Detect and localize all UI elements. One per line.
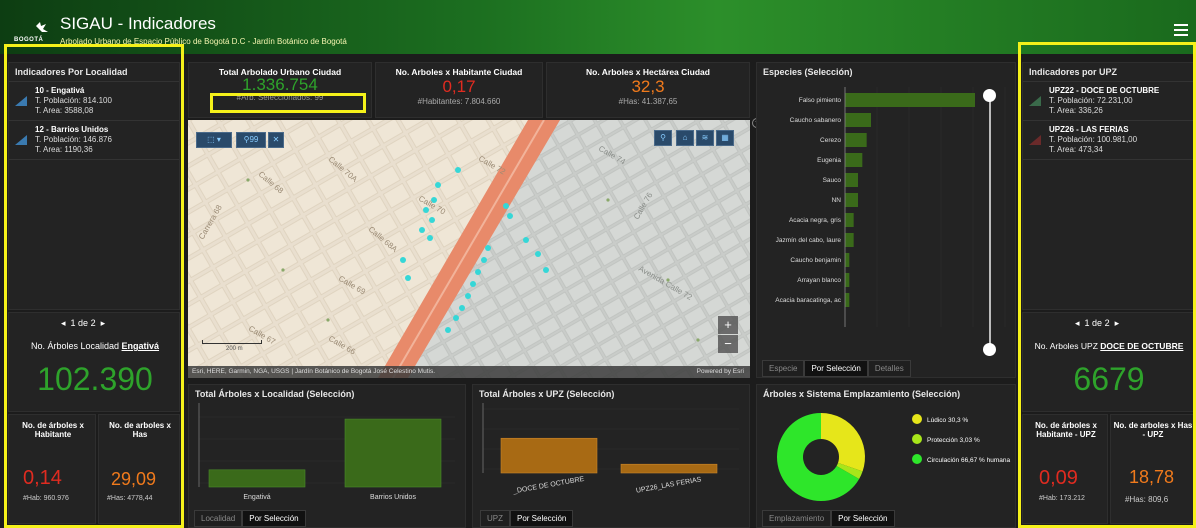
scale-label: 200 m: [226, 346, 243, 352]
bar: [845, 213, 854, 227]
tab-por-seleccion[interactable]: Por Selección: [804, 360, 868, 377]
category-label: NN: [832, 197, 842, 204]
tab-localidad[interactable]: Localidad: [194, 510, 243, 527]
logo-text: BOGOTÁ: [14, 37, 44, 43]
scroll-bottom-handle[interactable]: [983, 343, 996, 356]
bar: [344, 418, 442, 488]
chart-empl-title: Árboles x Sistema Emplazamiento (Selecci…: [763, 389, 961, 399]
category-label: _DOCE DE OCTUBRE: [512, 476, 585, 496]
kpi-arboles-hectarea: No. Arboles x Hectárea Ciudad 32,3 #Has:…: [546, 62, 750, 118]
map-canvas[interactable]: Calle 68 Calle 70A Calle 72 Calle 74 Cal…: [188, 120, 750, 378]
bar: [500, 437, 598, 474]
kpi-value: 32,3: [631, 77, 665, 96]
chart-emplazamiento: Lúdico 30,3 % Protección 3,03 % Circulació…: [777, 413, 1010, 501]
category-label: Falso pimiento: [799, 97, 842, 104]
chart-upz: _DOCE DE OCTUBRE UPZ26_LAS FERIAS: [482, 403, 739, 496]
category-label: UPZ26_LAS FERIAS: [636, 476, 703, 494]
selection-count-button[interactable]: ⚲99: [236, 132, 266, 148]
bar: [845, 273, 850, 287]
bar: [845, 133, 867, 147]
legend-label: Lúdico 30,3 %: [927, 417, 968, 424]
kpi-sub: #Habitantes: 7.804.660: [417, 97, 501, 106]
legend-swatch: [912, 414, 922, 424]
category-label: Acacia baracatinga, ac: [775, 297, 842, 304]
right-highlight-frame: [1018, 42, 1196, 528]
bar: [845, 193, 858, 207]
search-icon[interactable]: ⚲: [654, 130, 672, 146]
legend-label: Protección 3,03 %: [927, 437, 980, 444]
kpi-arboles-habitante: No. Arboles x Habitante Ciudad 0,17 #Hab…: [375, 62, 543, 118]
category-label: Barrios Unidos: [370, 494, 416, 501]
species-panel: Especies (Selección) Falso pimiento Cauch…: [756, 62, 1016, 378]
bar: [845, 93, 975, 107]
left-highlight-frame: [4, 44, 184, 528]
zoom-out-button[interactable]: −: [718, 335, 738, 353]
empl-tabs: Emplazamiento Por Selección: [762, 510, 895, 527]
species-tabs: Especie Por Selección Detalles: [762, 360, 911, 377]
species-scrollbar[interactable]: [989, 93, 991, 351]
upz-tabs: UPZ Por Selección: [480, 510, 574, 527]
select-tool-button[interactable]: ⬚ ▾: [196, 132, 232, 148]
bar: [845, 173, 858, 187]
map-powered: Powered by Esri: [696, 368, 744, 375]
tab-emplazamiento[interactable]: Emplazamiento: [762, 510, 832, 527]
kpi-title: No. Arboles x Hectárea Ciudad: [586, 67, 710, 77]
species-chart: Falso pimiento Caucho sabanero Cerezo Eugen…: [775, 87, 1006, 327]
category-label: Jazmín del cabo, laure: [776, 237, 842, 244]
kpi-title: No. Arboles x Habitante Ciudad: [395, 67, 523, 77]
chart-localidad: Engativá Barrios Unidos: [198, 403, 455, 501]
map-attribution-bar: Esri, HERE, Garmin, NGA, USGS | Jardín B…: [188, 366, 750, 378]
kpi-sub: #Has: 41.387,65: [618, 97, 678, 106]
localidad-tabs: Localidad Por Selección: [194, 510, 306, 527]
pie-slice: [821, 413, 865, 472]
species-panel-title: Especies (Selección): [763, 67, 853, 77]
legend-label: Circulación 66,67 % humana: [927, 457, 1010, 464]
category-label: Caucho sabanero: [790, 117, 842, 124]
kpi-value: 0,17: [442, 77, 476, 96]
bar: [845, 293, 850, 307]
chart-localidad-title: Total Árboles x Localidad (Selección): [195, 389, 355, 399]
legend-swatch: [912, 434, 922, 444]
tab-detalles[interactable]: Detalles: [867, 360, 911, 377]
tab-especie[interactable]: Especie: [762, 360, 805, 377]
tab-por-seleccion[interactable]: Por Selección: [831, 510, 895, 527]
category-label: Arrayan blanco: [797, 277, 841, 284]
hamburger-icon[interactable]: [1174, 24, 1188, 36]
bar: [845, 113, 871, 127]
map-attribution: Esri, HERE, Garmin, NGA, USGS | Jardín B…: [192, 368, 436, 375]
chart-upz-title: Total Árboles x UPZ (Selección): [479, 389, 615, 399]
category-label: Cerezo: [820, 137, 841, 144]
home-icon[interactable]: ⌂: [676, 130, 694, 146]
bar: [845, 233, 854, 247]
legend-swatch: [912, 454, 922, 464]
scroll-top-handle[interactable]: [983, 89, 996, 102]
category-label: Acacia negra, gris: [789, 217, 842, 224]
clear-selection-button[interactable]: ✕: [268, 132, 284, 148]
bar: [208, 469, 306, 488]
kpi-value: 1.336.754: [242, 75, 318, 94]
category-label: Engativá: [243, 494, 270, 501]
category-label: Sauco: [823, 177, 842, 184]
chart-empl-panel: Árboles x Sistema Emplazamiento (Selecci…: [756, 384, 1016, 528]
kpi-highlight-frame: [210, 93, 366, 113]
scale-bar: [202, 340, 262, 344]
tab-upz[interactable]: UPZ: [480, 510, 510, 527]
bar: [845, 153, 863, 167]
selection-count: 99: [249, 135, 259, 144]
bar: [620, 463, 718, 474]
map-view[interactable]: Calle 68 Calle 70A Calle 72 Calle 74 Cal…: [188, 120, 750, 378]
category-label: Eugenia: [817, 157, 841, 164]
app-title: SIGAU - Indicadores: [60, 14, 216, 33]
zoom-in-button[interactable]: +: [718, 316, 738, 334]
chart-upz-panel: Total Árboles x UPZ (Selección) _DOCE DE…: [472, 384, 750, 528]
bar: [845, 253, 850, 267]
layers-icon[interactable]: ≋: [696, 130, 714, 146]
chart-localidad-panel: Total Árboles x Localidad (Selección) En…: [188, 384, 466, 528]
tab-por-seleccion[interactable]: Por Selección: [510, 510, 574, 527]
tab-por-seleccion[interactable]: Por Selección: [242, 510, 306, 527]
basemap-icon[interactable]: ▦: [716, 130, 734, 146]
category-label: Caucho benjamin: [790, 257, 841, 264]
